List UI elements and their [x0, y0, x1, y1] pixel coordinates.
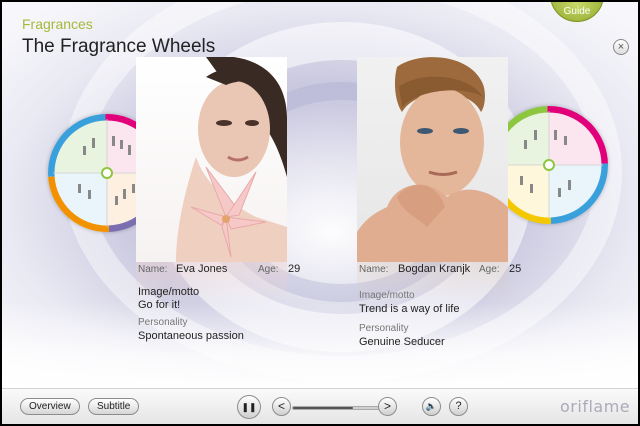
previous-button[interactable]: <: [272, 397, 291, 416]
man-portrait-icon: [357, 57, 508, 262]
profile-name: Eva Jones: [176, 263, 227, 275]
name-label: Name:: [138, 264, 168, 275]
profile-name: Bogdan Kranjk: [398, 263, 470, 275]
motto-value: Trend is a way of life: [359, 303, 460, 315]
personality-value: Genuine Seducer: [359, 336, 445, 348]
profile-age-row: Age:: [479, 264, 500, 275]
profile-age-row: Age:: [258, 264, 279, 275]
profile-photo-eva: [136, 57, 287, 262]
profile-age: 29: [288, 263, 300, 275]
progress-bar[interactable]: [292, 406, 380, 410]
section-label: Fragrances: [22, 16, 93, 32]
woman-portrait-icon: [176, 57, 287, 262]
age-label: Age:: [479, 264, 500, 275]
floor-gradient: [2, 302, 638, 392]
age-label: Age:: [258, 264, 279, 275]
motto-value: Go for it!: [138, 299, 181, 311]
profile-name-value: Bogdan Kranjk: [398, 263, 471, 275]
pause-icon: ❚❚: [241, 402, 257, 412]
profile-name-value: Eva Jones: [176, 263, 228, 275]
next-button[interactable]: >: [378, 397, 397, 416]
profile-name-row: Name:: [359, 264, 388, 275]
profile-photo-bogdan: [357, 57, 508, 262]
oriflame-logo: oriflame: [560, 397, 631, 416]
profile-age-value: 25: [509, 263, 522, 275]
chevron-right-icon: >: [383, 399, 391, 413]
page-title: The Fragrance Wheels: [22, 36, 216, 57]
question-icon: ?: [455, 400, 462, 412]
help-button[interactable]: ?: [449, 397, 468, 416]
motto-label: Image/motto: [138, 286, 200, 298]
name-label: Name:: [359, 264, 389, 275]
subtitle-button[interactable]: Subtitle: [88, 398, 140, 415]
guide-button[interactable]: Guide: [550, 2, 604, 22]
personality-value: Spontaneous passion: [138, 330, 244, 342]
personality-label: Personality: [138, 317, 188, 328]
progress-fill: [293, 407, 354, 409]
profile-name-row: Name:: [138, 264, 167, 275]
overview-button[interactable]: Overview: [20, 398, 80, 415]
presentation-stage: Fragrances The Fragrance Wheels Guide ×: [2, 2, 638, 424]
speaker-icon: 🔈: [425, 401, 438, 411]
close-button[interactable]: ×: [613, 39, 629, 55]
personality-label: Personality: [359, 323, 409, 334]
motto-label: Image/motto: [359, 290, 415, 301]
profile-age: 25: [509, 263, 521, 275]
profile-age-value: 29: [288, 263, 301, 275]
player-toolbar: Overview Subtitle ❚❚ < > 🔈 ? oriflame: [2, 388, 638, 424]
chevron-left-icon: <: [277, 399, 285, 413]
volume-button[interactable]: 🔈: [422, 397, 441, 416]
pause-button[interactable]: ❚❚: [237, 395, 261, 419]
